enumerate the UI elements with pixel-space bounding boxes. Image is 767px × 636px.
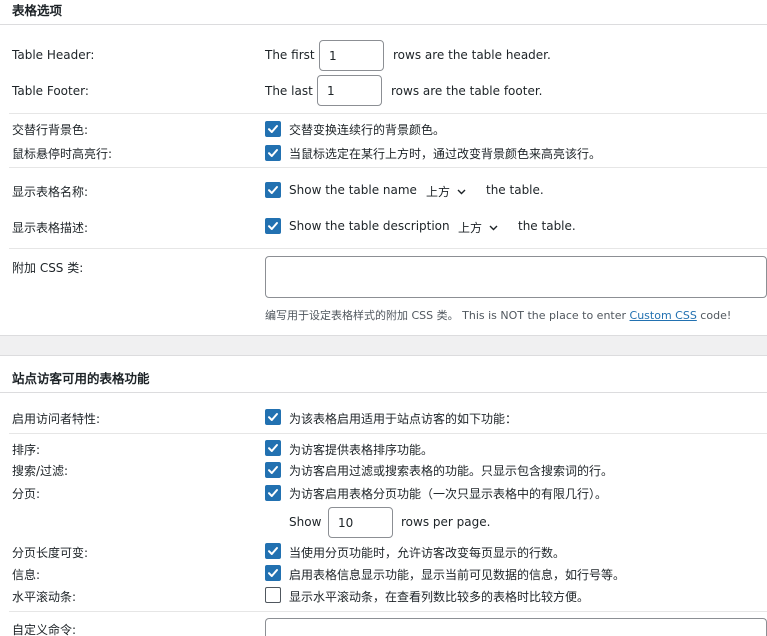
custom-css-link[interactable]: Custom CSS bbox=[630, 309, 697, 322]
show-desc-post-text: the table. bbox=[518, 219, 576, 233]
extra-css-label: 附加 CSS 类: bbox=[12, 261, 84, 275]
rows-per-page-post-text: rows per page. bbox=[401, 515, 491, 529]
divider bbox=[9, 433, 767, 434]
chevron-down-icon bbox=[457, 189, 466, 195]
rows-per-page-input[interactable]: 10 bbox=[328, 507, 393, 538]
hover-highlight-checkbox[interactable] bbox=[265, 145, 281, 161]
extra-css-hint: 编写用于设定表格样式的附加 CSS 类。 This is NOT the pla… bbox=[265, 307, 731, 323]
show-name-position-value: 上方 bbox=[426, 185, 451, 199]
page-length-checkbox[interactable] bbox=[265, 543, 281, 559]
alternate-bg-text: 交替变换连续行的背景颜色。 bbox=[289, 123, 446, 137]
visitor-features-text: 为该表格启用适用于站点访客的如下功能： bbox=[289, 412, 518, 426]
show-desc-text: Show the table description bbox=[289, 219, 450, 233]
show-desc-checkbox[interactable] bbox=[265, 218, 281, 234]
search-text: 为访客启用过滤或搜索表格的功能。只显示包含搜索词的行。 bbox=[289, 464, 614, 478]
horizontal-scroll-label: 水平滚动条: bbox=[12, 590, 77, 604]
custom-command-label: 自定义命令: bbox=[12, 623, 77, 636]
sorting-text: 为访客提供表格排序功能。 bbox=[289, 443, 434, 457]
table-footer-rows-value: 1 bbox=[327, 83, 335, 98]
checkmark-icon bbox=[268, 125, 278, 133]
search-checkbox[interactable] bbox=[265, 462, 281, 478]
visitor-features-label: 启用访问者特性: bbox=[12, 412, 101, 426]
extra-css-hint-text: 编写用于设定表格样式的附加 CSS 类。 This is NOT the pla… bbox=[265, 309, 630, 322]
divider bbox=[0, 355, 767, 356]
show-name-checkbox[interactable] bbox=[265, 182, 281, 198]
visitor-features-checkbox[interactable] bbox=[265, 409, 281, 425]
divider bbox=[9, 113, 767, 114]
table-header-label: Table Header: bbox=[12, 48, 95, 62]
extra-css-input[interactable] bbox=[265, 256, 767, 298]
checkmark-icon bbox=[268, 149, 278, 157]
show-name-label: 显示表格名称: bbox=[12, 185, 89, 199]
table-header-pre-text: The first bbox=[265, 48, 315, 62]
search-label: 搜索/过滤: bbox=[12, 464, 69, 478]
show-desc-position-value: 上方 bbox=[458, 221, 483, 235]
table-options-page: 表格选项 Table Header: The first 1 rows are … bbox=[0, 0, 767, 636]
show-name-text: Show the table name bbox=[289, 183, 417, 197]
checkmark-icon bbox=[268, 569, 278, 577]
checkmark-icon bbox=[268, 186, 278, 194]
alternate-bg-checkbox[interactable] bbox=[265, 121, 281, 137]
show-desc-label: 显示表格描述: bbox=[12, 221, 89, 235]
table-footer-post-text: rows are the table footer. bbox=[391, 84, 543, 98]
info-label: 信息: bbox=[12, 568, 41, 582]
hover-highlight-label: 鼠标悬停时高亮行: bbox=[12, 147, 113, 161]
page-length-label: 分页长度可变: bbox=[12, 546, 89, 560]
divider bbox=[0, 24, 767, 25]
checkmark-icon bbox=[268, 489, 278, 497]
extra-css-hint-suffix: code! bbox=[696, 309, 732, 322]
table-footer-label: Table Footer: bbox=[12, 84, 89, 98]
pagination-checkbox[interactable] bbox=[265, 485, 281, 501]
checkmark-icon bbox=[268, 413, 278, 421]
table-header-rows-input[interactable]: 1 bbox=[319, 40, 384, 71]
rows-per-page-pre-text: Show bbox=[289, 515, 322, 529]
checkmark-icon bbox=[268, 547, 278, 555]
checkmark-icon bbox=[268, 466, 278, 474]
divider bbox=[9, 167, 767, 168]
table-footer-pre-text: The last bbox=[265, 84, 313, 98]
table-header-post-text: rows are the table header. bbox=[393, 48, 551, 62]
section-title-table-options: 表格选项 bbox=[12, 3, 63, 18]
section-separator bbox=[0, 336, 767, 355]
horizontal-scroll-text: 显示水平滚动条，在查看列数比较多的表格时比较方便。 bbox=[289, 590, 590, 604]
show-name-position-select[interactable]: 上方 bbox=[426, 183, 466, 200]
rows-per-page-value: 10 bbox=[338, 515, 354, 530]
chevron-down-icon bbox=[489, 225, 498, 231]
sorting-checkbox[interactable] bbox=[265, 440, 281, 456]
table-header-rows-value: 1 bbox=[329, 48, 337, 63]
page-length-text: 当使用分页功能时，允许访客改变每页显示的行数。 bbox=[289, 546, 566, 560]
divider bbox=[9, 611, 767, 612]
checkmark-icon bbox=[268, 222, 278, 230]
hover-highlight-text: 当鼠标选定在某行上方时，通过改变背景颜色来高亮该行。 bbox=[289, 147, 602, 161]
show-desc-position-select[interactable]: 上方 bbox=[458, 219, 498, 236]
custom-command-input[interactable] bbox=[265, 618, 767, 636]
info-checkbox[interactable] bbox=[265, 565, 281, 581]
show-name-post-text: the table. bbox=[486, 183, 544, 197]
checkmark-icon bbox=[268, 444, 278, 452]
alternate-bg-label: 交替行背景色: bbox=[12, 123, 89, 137]
sorting-label: 排序: bbox=[12, 443, 41, 457]
table-footer-rows-input[interactable]: 1 bbox=[317, 75, 382, 106]
section-title-visitor-features: 站点访客可用的表格功能 bbox=[12, 371, 150, 386]
horizontal-scroll-checkbox[interactable] bbox=[265, 587, 281, 603]
pagination-label: 分页: bbox=[12, 487, 41, 501]
divider bbox=[9, 248, 767, 249]
pagination-text: 为访客启用表格分页功能（一次只显示表格中的有限几行）。 bbox=[289, 487, 608, 501]
divider bbox=[0, 392, 767, 393]
info-text: 启用表格信息显示功能，显示当前可见数据的信息，如行号等。 bbox=[289, 568, 626, 582]
